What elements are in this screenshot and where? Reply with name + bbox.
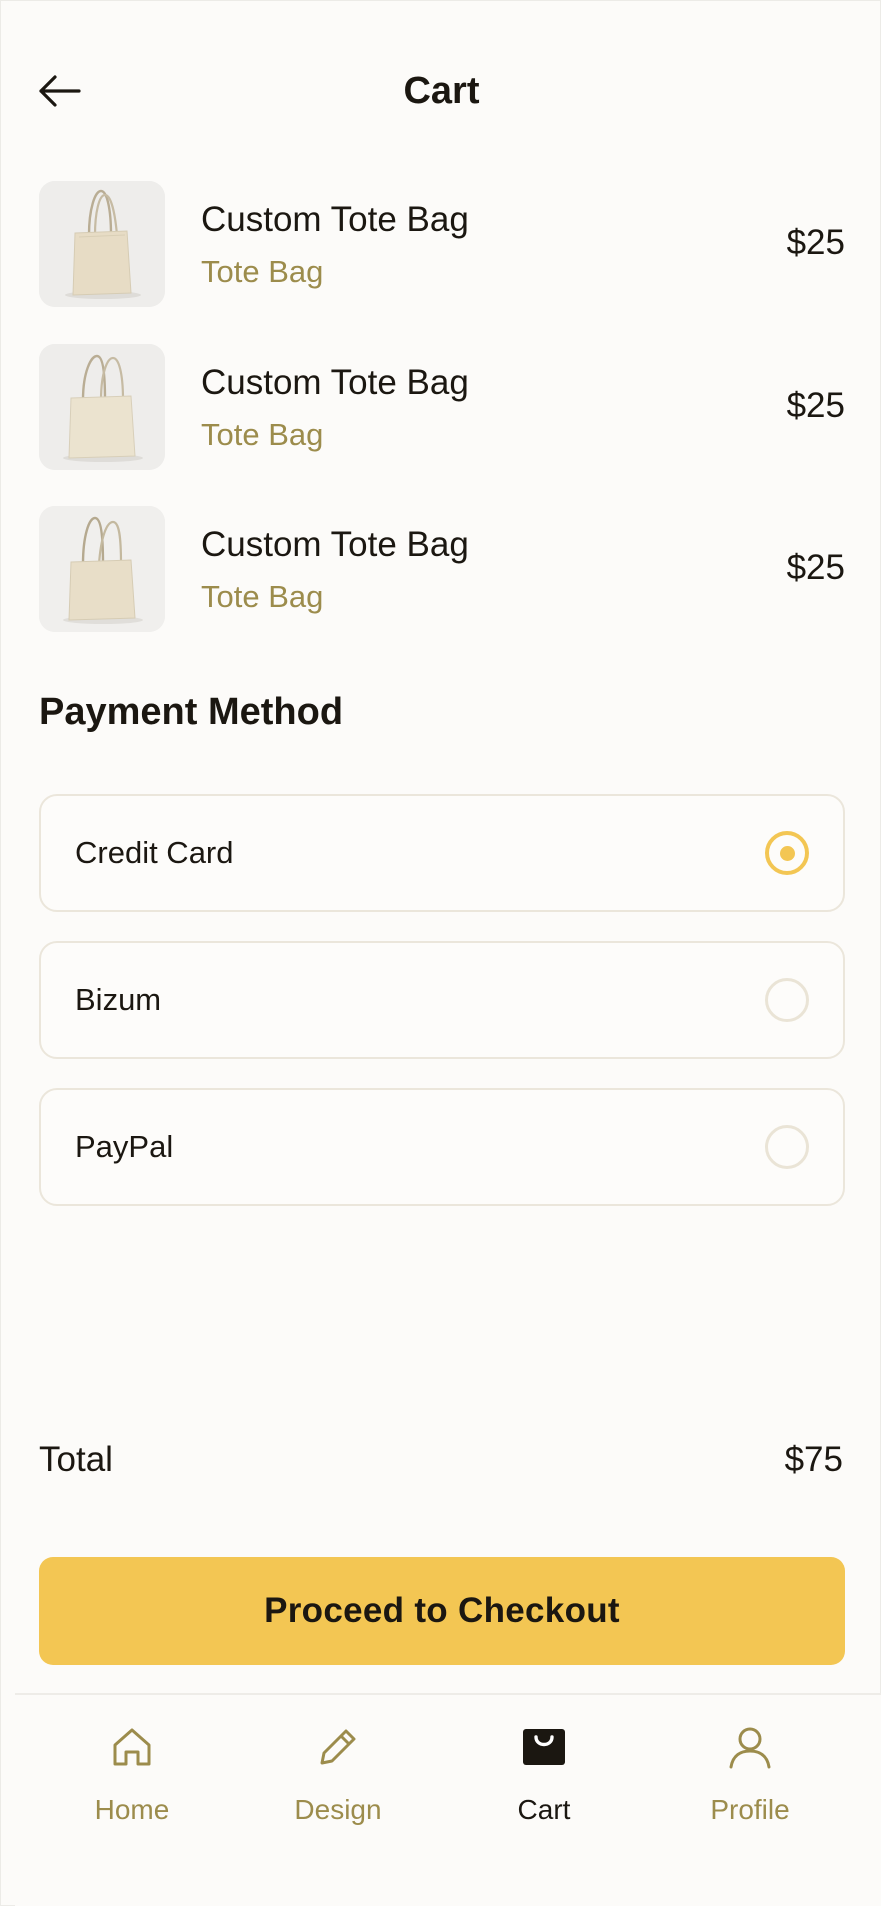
item-name: Custom Tote Bag: [201, 363, 469, 402]
payment-option-label: Bizum: [75, 982, 162, 1017]
item-type: Tote Bag: [201, 254, 324, 289]
pencil-icon: [320, 1729, 356, 1765]
item-type: Tote Bag: [201, 417, 324, 452]
cart-item[interactable]: Custom Tote Bag Tote Bag $25: [39, 344, 845, 470]
bottom-navigation: Home Design Cart Profile: [15, 1693, 881, 1906]
radio-button[interactable]: [765, 978, 809, 1022]
radio-button[interactable]: [765, 1125, 809, 1169]
tote-bag-image: [39, 506, 165, 632]
nav-label: Profile: [710, 1794, 790, 1825]
shopping-bag-icon: [523, 1729, 565, 1765]
back-button[interactable]: [37, 67, 93, 115]
nav-label: Cart: [517, 1794, 571, 1825]
arrow-left-icon: [39, 75, 81, 107]
tote-bag-image: [39, 344, 165, 470]
item-price: $25: [786, 548, 845, 587]
page-title: Cart: [403, 70, 480, 112]
item-name: Custom Tote Bag: [201, 200, 469, 239]
item-type: Tote Bag: [201, 579, 324, 614]
payment-option-credit-card[interactable]: Credit Card: [39, 794, 845, 912]
nav-item-home[interactable]: Home: [42, 1723, 222, 1853]
nav-item-profile[interactable]: Profile: [660, 1723, 840, 1853]
radio-button-selected[interactable]: [765, 831, 809, 875]
payment-option-label: Credit Card: [75, 835, 234, 870]
total-value: $75: [784, 1440, 843, 1479]
nav-label: Home: [94, 1794, 170, 1825]
home-icon: [113, 1728, 151, 1766]
item-price: $25: [786, 223, 845, 262]
item-price: $25: [786, 386, 845, 425]
payment-method-heading: Payment Method: [39, 691, 344, 733]
cart-screen: Cart Custom Tote Bag Tote Bag $25 Custom…: [0, 0, 881, 1906]
nav-item-cart[interactable]: Cart: [454, 1723, 634, 1853]
cart-item[interactable]: Custom Tote Bag Tote Bag $25: [39, 181, 845, 307]
payment-option-paypal[interactable]: PayPal: [39, 1088, 845, 1206]
payment-option-bizum[interactable]: Bizum: [39, 941, 845, 1059]
tote-bag-image: [39, 181, 165, 307]
cart-item[interactable]: Custom Tote Bag Tote Bag $25: [39, 506, 845, 632]
total-label: Total: [39, 1440, 113, 1479]
header: Cart: [1, 1, 881, 181]
nav-item-design[interactable]: Design: [248, 1723, 428, 1853]
proceed-to-checkout-button[interactable]: Proceed to Checkout: [39, 1557, 845, 1665]
item-name: Custom Tote Bag: [201, 525, 469, 564]
radio-dot: [779, 845, 795, 861]
payment-option-label: PayPal: [75, 1129, 174, 1164]
nav-label: Design: [294, 1794, 382, 1825]
user-icon: [729, 1727, 771, 1769]
